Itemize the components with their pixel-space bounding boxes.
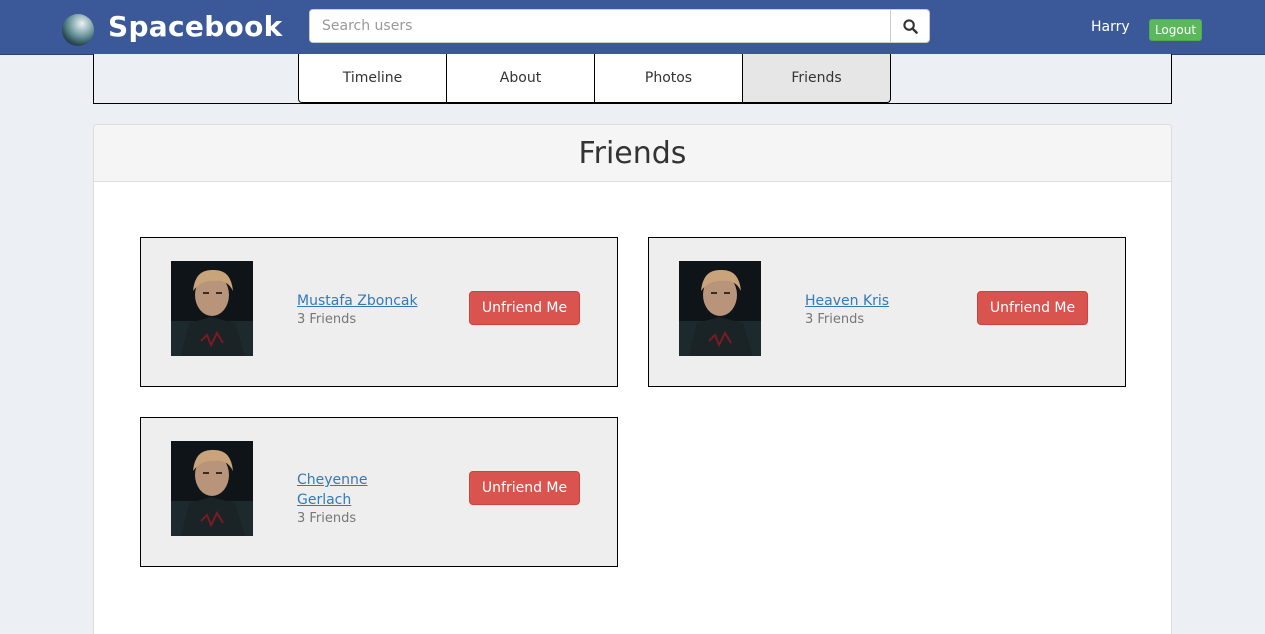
friends-panel: Friends Mustafa Zboncak 3 Friends Unfrie…: [93, 124, 1172, 634]
friend-info: Heaven Kris 3 Friends: [805, 290, 935, 329]
profile-tabs: Timeline About Photos Friends: [298, 54, 891, 103]
logout-button[interactable]: Logout: [1149, 19, 1202, 41]
top-navbar: Spacebook Harry Logout: [0, 0, 1265, 55]
friend-count: 3 Friends: [805, 312, 865, 327]
friend-name-link[interactable]: Mustafa Zboncak: [297, 293, 418, 309]
avatar-image: [679, 261, 761, 356]
tab-friends[interactable]: Friends: [742, 54, 891, 103]
search-icon: [902, 18, 918, 34]
avatar[interactable]: [679, 261, 761, 356]
tab-timeline[interactable]: Timeline: [298, 54, 447, 103]
friend-count: 3 Friends: [297, 511, 357, 526]
friend-info: Cheyenne Gerlach 3 Friends: [297, 470, 427, 528]
avatar-image: [171, 261, 253, 356]
friend-info: Mustafa Zboncak 3 Friends: [297, 290, 427, 329]
planet-icon[interactable]: [62, 14, 94, 46]
search-input[interactable]: [309, 9, 890, 43]
friend-name-link[interactable]: Cheyenne Gerlach: [297, 470, 397, 510]
panel-title: Friends: [94, 125, 1171, 182]
tab-about[interactable]: About: [446, 54, 595, 103]
avatar[interactable]: [171, 441, 253, 536]
unfriend-button[interactable]: Unfriend Me: [977, 291, 1088, 325]
brand-name[interactable]: Spacebook: [108, 10, 283, 43]
friend-name-link[interactable]: Heaven Kris: [805, 293, 889, 309]
current-user-name[interactable]: Harry: [1091, 19, 1130, 35]
search-button[interactable]: [890, 9, 930, 43]
tab-photos[interactable]: Photos: [594, 54, 743, 103]
unfriend-button[interactable]: Unfriend Me: [469, 291, 580, 325]
search-bar: [309, 9, 930, 43]
friend-card: Heaven Kris 3 Friends Unfriend Me: [648, 237, 1126, 387]
friend-card: Mustafa Zboncak 3 Friends Unfriend Me: [140, 237, 618, 387]
friend-count: 3 Friends: [297, 312, 357, 327]
unfriend-button[interactable]: Unfriend Me: [469, 471, 580, 505]
friend-card: Cheyenne Gerlach 3 Friends Unfriend Me: [140, 417, 618, 567]
avatar-image: [171, 441, 253, 536]
avatar[interactable]: [171, 261, 253, 356]
